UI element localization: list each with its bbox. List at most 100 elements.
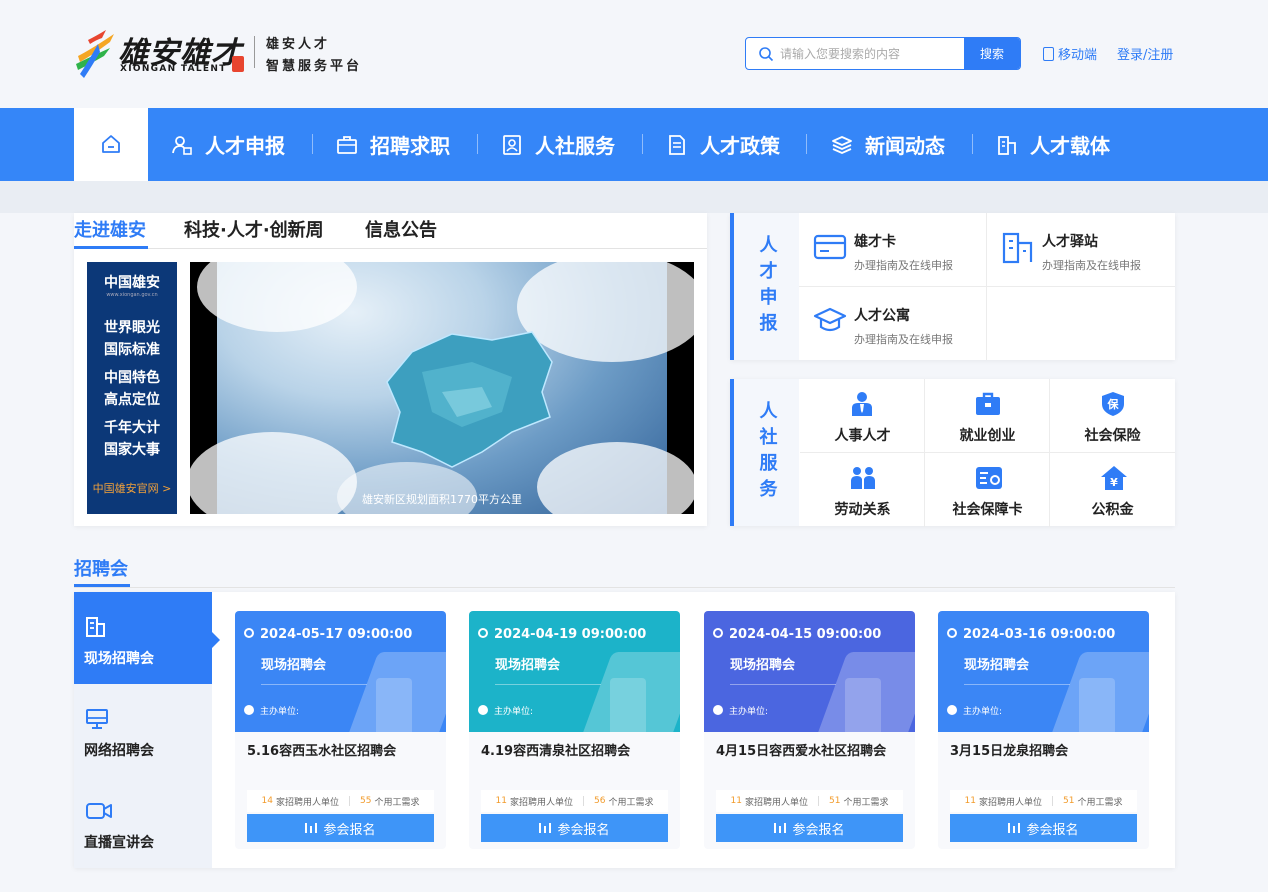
bar-chart-icon (1008, 823, 1021, 833)
units-label: 家招聘用人单位 (744, 797, 808, 808)
login-register-link[interactable]: 登录/注册 (1117, 44, 1173, 63)
demand-count: 51 (829, 796, 841, 806)
hr-services-label: 人社服务 (730, 379, 799, 526)
card-divider (730, 684, 836, 685)
job-fair-card[interactable]: 2024-04-15 09:00:00 现场招聘会 主办单位: 4月15日容西爱… (704, 611, 915, 849)
search-input[interactable] (780, 38, 960, 69)
service-subtitle: 办理指南及在线申报 (1042, 259, 1141, 272)
nav-item-label: 新闻动态 (865, 134, 945, 158)
card-decoration (1079, 678, 1115, 732)
card-date: 2024-03-16 09:00:00 (947, 627, 1115, 642)
tab-online-fair[interactable]: 网络招聘会 (74, 684, 212, 776)
banner-slogan: 中国特色 (104, 370, 160, 386)
service-talent-station[interactable]: 人才驿站 办理指南及在线申报 (987, 213, 1175, 287)
xiongan-official-banner[interactable]: 中国雄安 www.xiongan.gov.cn 世界眼光 国际标准 中国特色 高… (87, 262, 177, 514)
card-header: 2024-03-16 09:00:00 现场招聘会 主办单位: (938, 611, 1149, 732)
nav-item-label: 人才申报 (205, 134, 285, 158)
register-button[interactable]: 参会报名 (950, 814, 1137, 842)
bar-chart-icon (774, 823, 787, 833)
card-divider (261, 684, 367, 685)
briefcase-icon (976, 392, 1000, 415)
nav-item-talent-carrier[interactable]: 人才载体 (996, 108, 1110, 181)
job-fair-card[interactable]: 2024-04-19 09:00:00 现场招聘会 主办单位: 4.19容西清泉… (469, 611, 680, 849)
nav-divider (477, 134, 478, 154)
talent-apply-label-text: 人才申报 (756, 234, 778, 339)
job-fair-card[interactable]: 2024-03-16 09:00:00 现场招聘会 主办单位: 3月15日龙泉招… (938, 611, 1149, 849)
tab-onsite-fair[interactable]: 现场招聘会 (74, 592, 212, 684)
document-icon (669, 134, 685, 155)
card-title: 3月15日龙泉招聘会 (950, 744, 1069, 759)
nav-item-news[interactable]: 新闻动态 (831, 108, 945, 181)
service-title: 人事人才 (834, 428, 891, 444)
clock-icon (713, 628, 723, 638)
banner-slogan: 千年大计 (104, 420, 160, 436)
mobile-link[interactable]: 移动端 (1043, 44, 1097, 63)
cloud (197, 262, 357, 332)
intro-tabs: 走进雄安 科技·人才·创新周 信息公告 (74, 213, 707, 249)
search-icon (759, 47, 774, 62)
service-title: 人才公寓 (854, 308, 910, 324)
site-logo[interactable]: 雄安雄才 XIONGAN TALENT 雄安人才 智慧服务平台 (74, 22, 394, 82)
units-label: 家招聘用人单位 (978, 797, 1042, 808)
nav-item-talent-apply[interactable]: 人才申报 (171, 108, 285, 181)
active-tab-arrow (212, 632, 220, 648)
nav-home[interactable] (74, 108, 148, 181)
card-icon (813, 234, 847, 260)
card-date-text: 2024-04-15 09:00:00 (729, 627, 882, 642)
bar-chart-icon (305, 823, 318, 833)
person-tie-icon (852, 392, 872, 416)
service-housing-fund[interactable]: ¥ 公积金 (1050, 453, 1175, 527)
demand-count: 56 (594, 796, 606, 806)
nav-item-jobs[interactable]: 招聘求职 (336, 108, 450, 181)
job-fair-card[interactable]: 2024-05-17 09:00:00 现场招聘会 主办单位: 5.16容西玉水… (235, 611, 446, 849)
job-fair-panel: 现场招聘会 网络招聘会 直播宣讲会 2024-05-17 09:00:00 现场 (74, 592, 1175, 868)
stats-divider (583, 796, 584, 806)
service-labor-relations[interactable]: 劳动关系 (800, 453, 925, 527)
nav-item-hr-services[interactable]: 人社服务 (501, 108, 615, 181)
talent-apply-icon (172, 135, 192, 155)
units-count: 11 (495, 796, 507, 806)
tab-about-xiongan[interactable]: 走进雄安 (74, 216, 146, 242)
service-subtitle: 办理指南及在线申报 (854, 333, 953, 346)
service-title: 社会保险 (1084, 428, 1141, 444)
card-title: 4.19容西清泉社区招聘会 (481, 744, 631, 759)
service-title: 社会保障卡 (952, 502, 1023, 518)
nav-shadow-band (0, 181, 1268, 213)
service-personnel-talent[interactable]: 人事人才 (800, 379, 925, 453)
register-button[interactable]: 参会报名 (247, 814, 434, 842)
service-social-security-card[interactable]: 社会保障卡 (925, 453, 1050, 527)
talent-apply-label: 人才申报 (730, 213, 799, 360)
tab-live-fair[interactable]: 直播宣讲会 (74, 776, 212, 868)
service-title: 人才驿站 (1042, 234, 1098, 250)
card-host: 主办单位: (947, 704, 1002, 717)
job-fair-heading: 招聘会 (74, 559, 128, 580)
service-social-insurance[interactable]: 保 社会保险 (1050, 379, 1175, 453)
register-button-label: 参会报名 (792, 822, 845, 838)
nav-item-label: 人社服务 (535, 134, 615, 158)
logo-english-name: XIONGAN TALENT (120, 64, 227, 74)
search-button[interactable]: 搜索 (964, 38, 1020, 69)
register-button-label: 参会报名 (557, 822, 610, 838)
site-header: 雄安雄才 XIONGAN TALENT 雄安人才 智慧服务平台 搜索 移动端 登… (0, 0, 1268, 108)
intro-video[interactable]: 雄安新区规划面积1770平方公里 (190, 262, 694, 514)
xiongan-region-map (386, 331, 553, 468)
logo-subtitle: 雄安人才 智慧服务平台 (266, 34, 362, 78)
tab-innovation-week[interactable]: 科技·人才·创新周 (184, 216, 324, 242)
active-tab-indicator (74, 246, 148, 249)
card-header: 2024-05-17 09:00:00 现场招聘会 主办单位: (235, 611, 446, 732)
service-employment[interactable]: 就业创业 (925, 379, 1050, 453)
service-talent-apartment[interactable]: 人才公寓 办理指南及在线申报 (799, 287, 987, 360)
card-stats: 11 家招聘用人单位 56 个用工需求 (481, 790, 668, 812)
service-xiongcai-card[interactable]: 雄才卡 办理指南及在线申报 (799, 213, 987, 287)
mobile-icon (1043, 47, 1054, 61)
tab-announcements[interactable]: 信息公告 (365, 216, 437, 242)
register-button[interactable]: 参会报名 (716, 814, 903, 842)
building-icon (998, 135, 1016, 155)
nav-item-label: 招聘求职 (370, 134, 450, 158)
register-button[interactable]: 参会报名 (481, 814, 668, 842)
logo-subtitle-line-2: 智慧服务平台 (266, 59, 363, 74)
nav-item-talent-policy[interactable]: 人才政策 (666, 108, 780, 181)
fair-tab-label: 直播宣讲会 (84, 835, 154, 851)
official-site-link[interactable]: 中国雄安官网 > (87, 480, 177, 496)
people-icon (851, 467, 875, 489)
